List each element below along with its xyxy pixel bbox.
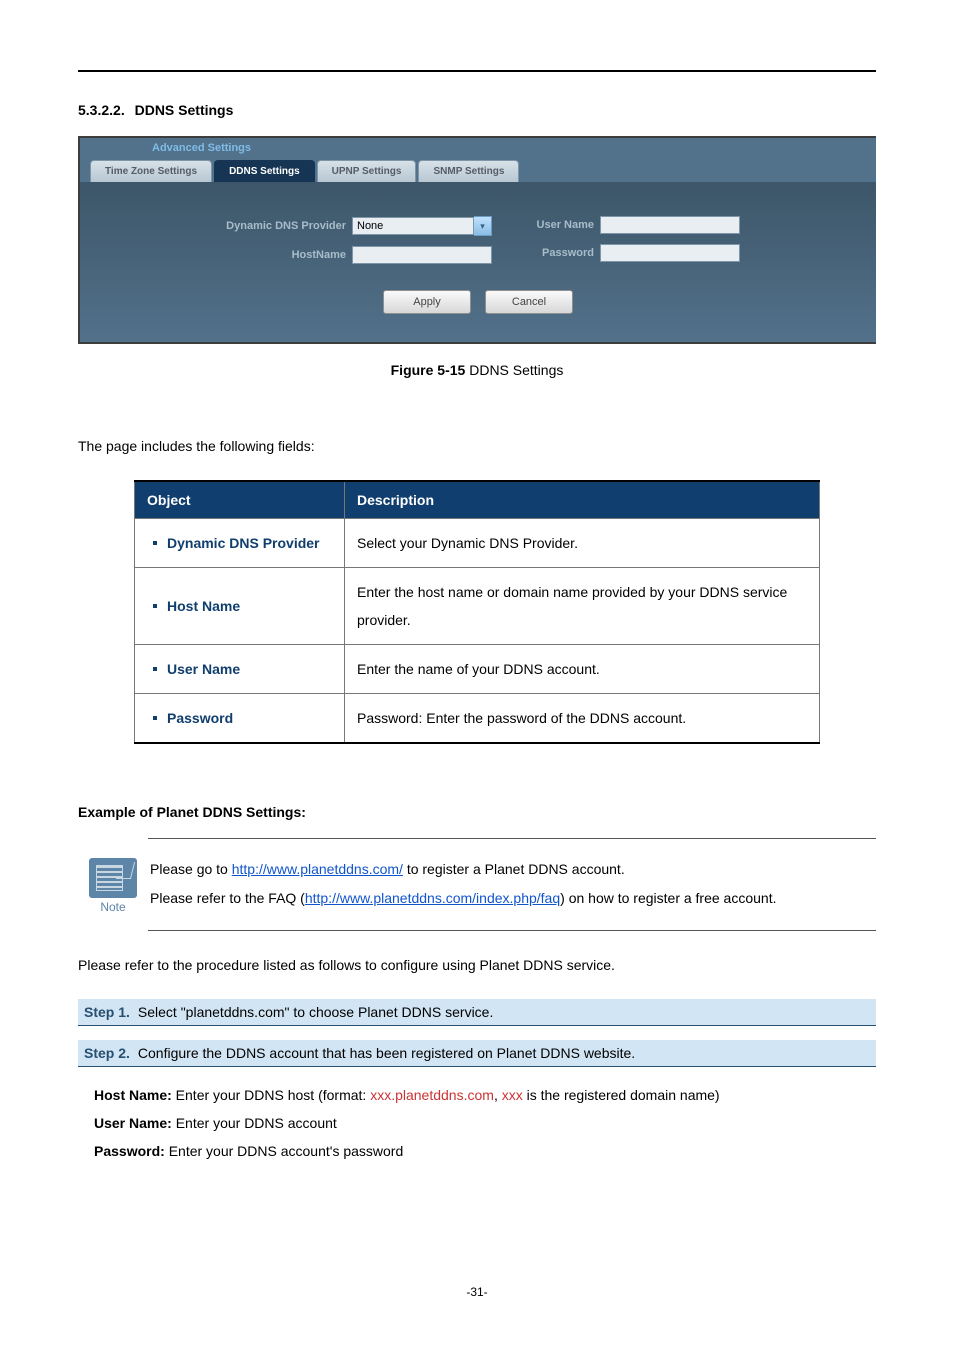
password-input[interactable] — [600, 244, 740, 262]
obj-name: Password — [167, 710, 233, 726]
table-row: Password Password: Enter the password of… — [135, 694, 820, 744]
cancel-button[interactable]: Cancel — [485, 290, 573, 314]
obj-name: Host Name — [167, 598, 240, 614]
obj-desc: Password: Enter the password of the DDNS… — [345, 694, 820, 744]
obj-name: Dynamic DNS Provider — [167, 535, 320, 551]
screenshot-body: Dynamic DNS Provider ▾ HostName User Nam… — [80, 182, 876, 342]
username-label: User Name — [520, 219, 594, 231]
procedure-paragraph: Please refer to the procedure listed as … — [78, 957, 876, 973]
th-description: Description — [345, 481, 820, 519]
note-icon — [89, 858, 137, 898]
provider-select[interactable]: ▾ — [352, 216, 492, 236]
tab-snmp[interactable]: SNMP Settings — [418, 160, 519, 182]
step-text: Select "planetddns.com" to choose Planet… — [138, 1004, 493, 1020]
step1-banner: Step 1. Select "planetddns.com" to choose… — [78, 999, 876, 1026]
tab-time-zone[interactable]: Time Zone Settings — [90, 160, 212, 182]
detail-host-label: Host Name: — [94, 1087, 172, 1103]
chevron-down-icon[interactable]: ▾ — [474, 216, 492, 236]
obj-desc: Enter the host name or domain name provi… — [345, 568, 820, 645]
obj-desc: Enter the name of your DDNS account. — [345, 645, 820, 694]
detail-user-label: User Name: — [94, 1115, 172, 1131]
breadcrumb: Advanced Settings — [80, 138, 876, 160]
note-text: Please go to — [150, 861, 232, 877]
host-format-highlight: xxx.planetddns.com — [370, 1087, 494, 1103]
table-row: User Name Enter the name of your DDNS ac… — [135, 645, 820, 694]
obj-desc: Select your Dynamic DNS Provider. — [345, 519, 820, 568]
step-label: Step 2. — [84, 1045, 130, 1061]
bullet-icon — [153, 716, 157, 720]
heading-title: DDNS Settings — [135, 102, 234, 118]
figure-text: DDNS Settings — [465, 362, 563, 378]
table-row: Dynamic DNS Provider Select your Dynamic… — [135, 519, 820, 568]
heading-number: 5.3.2.2. — [78, 102, 125, 118]
ddns-screenshot: Advanced Settings Time Zone Settings DDN… — [78, 136, 876, 344]
detail-pass-label: Password: — [94, 1143, 165, 1159]
note-label: Note — [100, 900, 125, 914]
apply-button[interactable]: Apply — [383, 290, 471, 314]
section-heading: 5.3.2.2. DDNS Settings — [78, 102, 876, 118]
provider-label: Dynamic DNS Provider — [216, 220, 346, 232]
detail-text: Enter your DDNS account — [172, 1115, 337, 1131]
top-rule — [78, 70, 876, 72]
hostname-label: HostName — [216, 249, 346, 261]
obj-name: User Name — [167, 661, 240, 677]
intro-paragraph: The page includes the following fields: — [78, 438, 876, 454]
detail-text: is the registered domain name) — [523, 1087, 720, 1103]
note-box: Note Please go to http://www.planetddns.… — [78, 838, 876, 931]
detail-text: Enter your DDNS account's password — [165, 1143, 403, 1159]
th-object: Object — [135, 481, 345, 519]
figure-label: Figure 5-15 — [391, 362, 466, 378]
figure-caption: Figure 5-15 DDNS Settings — [78, 362, 876, 378]
field-description-table: Object Description Dynamic DNS Provider … — [134, 480, 820, 744]
step-label: Step 1. — [84, 1004, 130, 1020]
example-heading: Example of Planet DDNS Settings: — [78, 804, 876, 820]
bullet-icon — [153, 667, 157, 671]
note-text: ) on how to register a free account. — [560, 890, 776, 906]
step2-details: Host Name: Enter your DDNS host (format:… — [78, 1081, 876, 1165]
tab-upnp[interactable]: UPNP Settings — [317, 160, 417, 182]
note-text: to register a Planet DDNS account. — [403, 861, 625, 877]
hostname-input[interactable] — [352, 246, 492, 264]
host-placeholder-highlight: xxx — [502, 1087, 523, 1103]
password-label: Password — [520, 247, 594, 259]
faq-link[interactable]: http://www.planetddns.com/index.php/faq — [305, 890, 560, 906]
detail-text: Enter your DDNS host (format: — [172, 1087, 370, 1103]
bullet-icon — [153, 541, 157, 545]
page-number: -31- — [78, 1285, 876, 1299]
note-content: Please go to http://www.planetddns.com/ … — [148, 838, 876, 931]
bullet-icon — [153, 604, 157, 608]
tab-row: Time Zone Settings DDNS Settings UPNP Se… — [80, 160, 876, 182]
username-input[interactable] — [600, 216, 740, 234]
planetddns-link[interactable]: http://www.planetddns.com/ — [232, 861, 403, 877]
table-row: Host Name Enter the host name or domain … — [135, 568, 820, 645]
detail-text: , — [494, 1087, 502, 1103]
note-text: Please refer to the FAQ ( — [150, 890, 305, 906]
tab-ddns[interactable]: DDNS Settings — [214, 160, 315, 182]
step2-banner: Step 2. Configure the DDNS account that h… — [78, 1040, 876, 1067]
step-text: Configure the DDNS account that has been… — [138, 1045, 635, 1061]
provider-input[interactable] — [352, 217, 474, 235]
